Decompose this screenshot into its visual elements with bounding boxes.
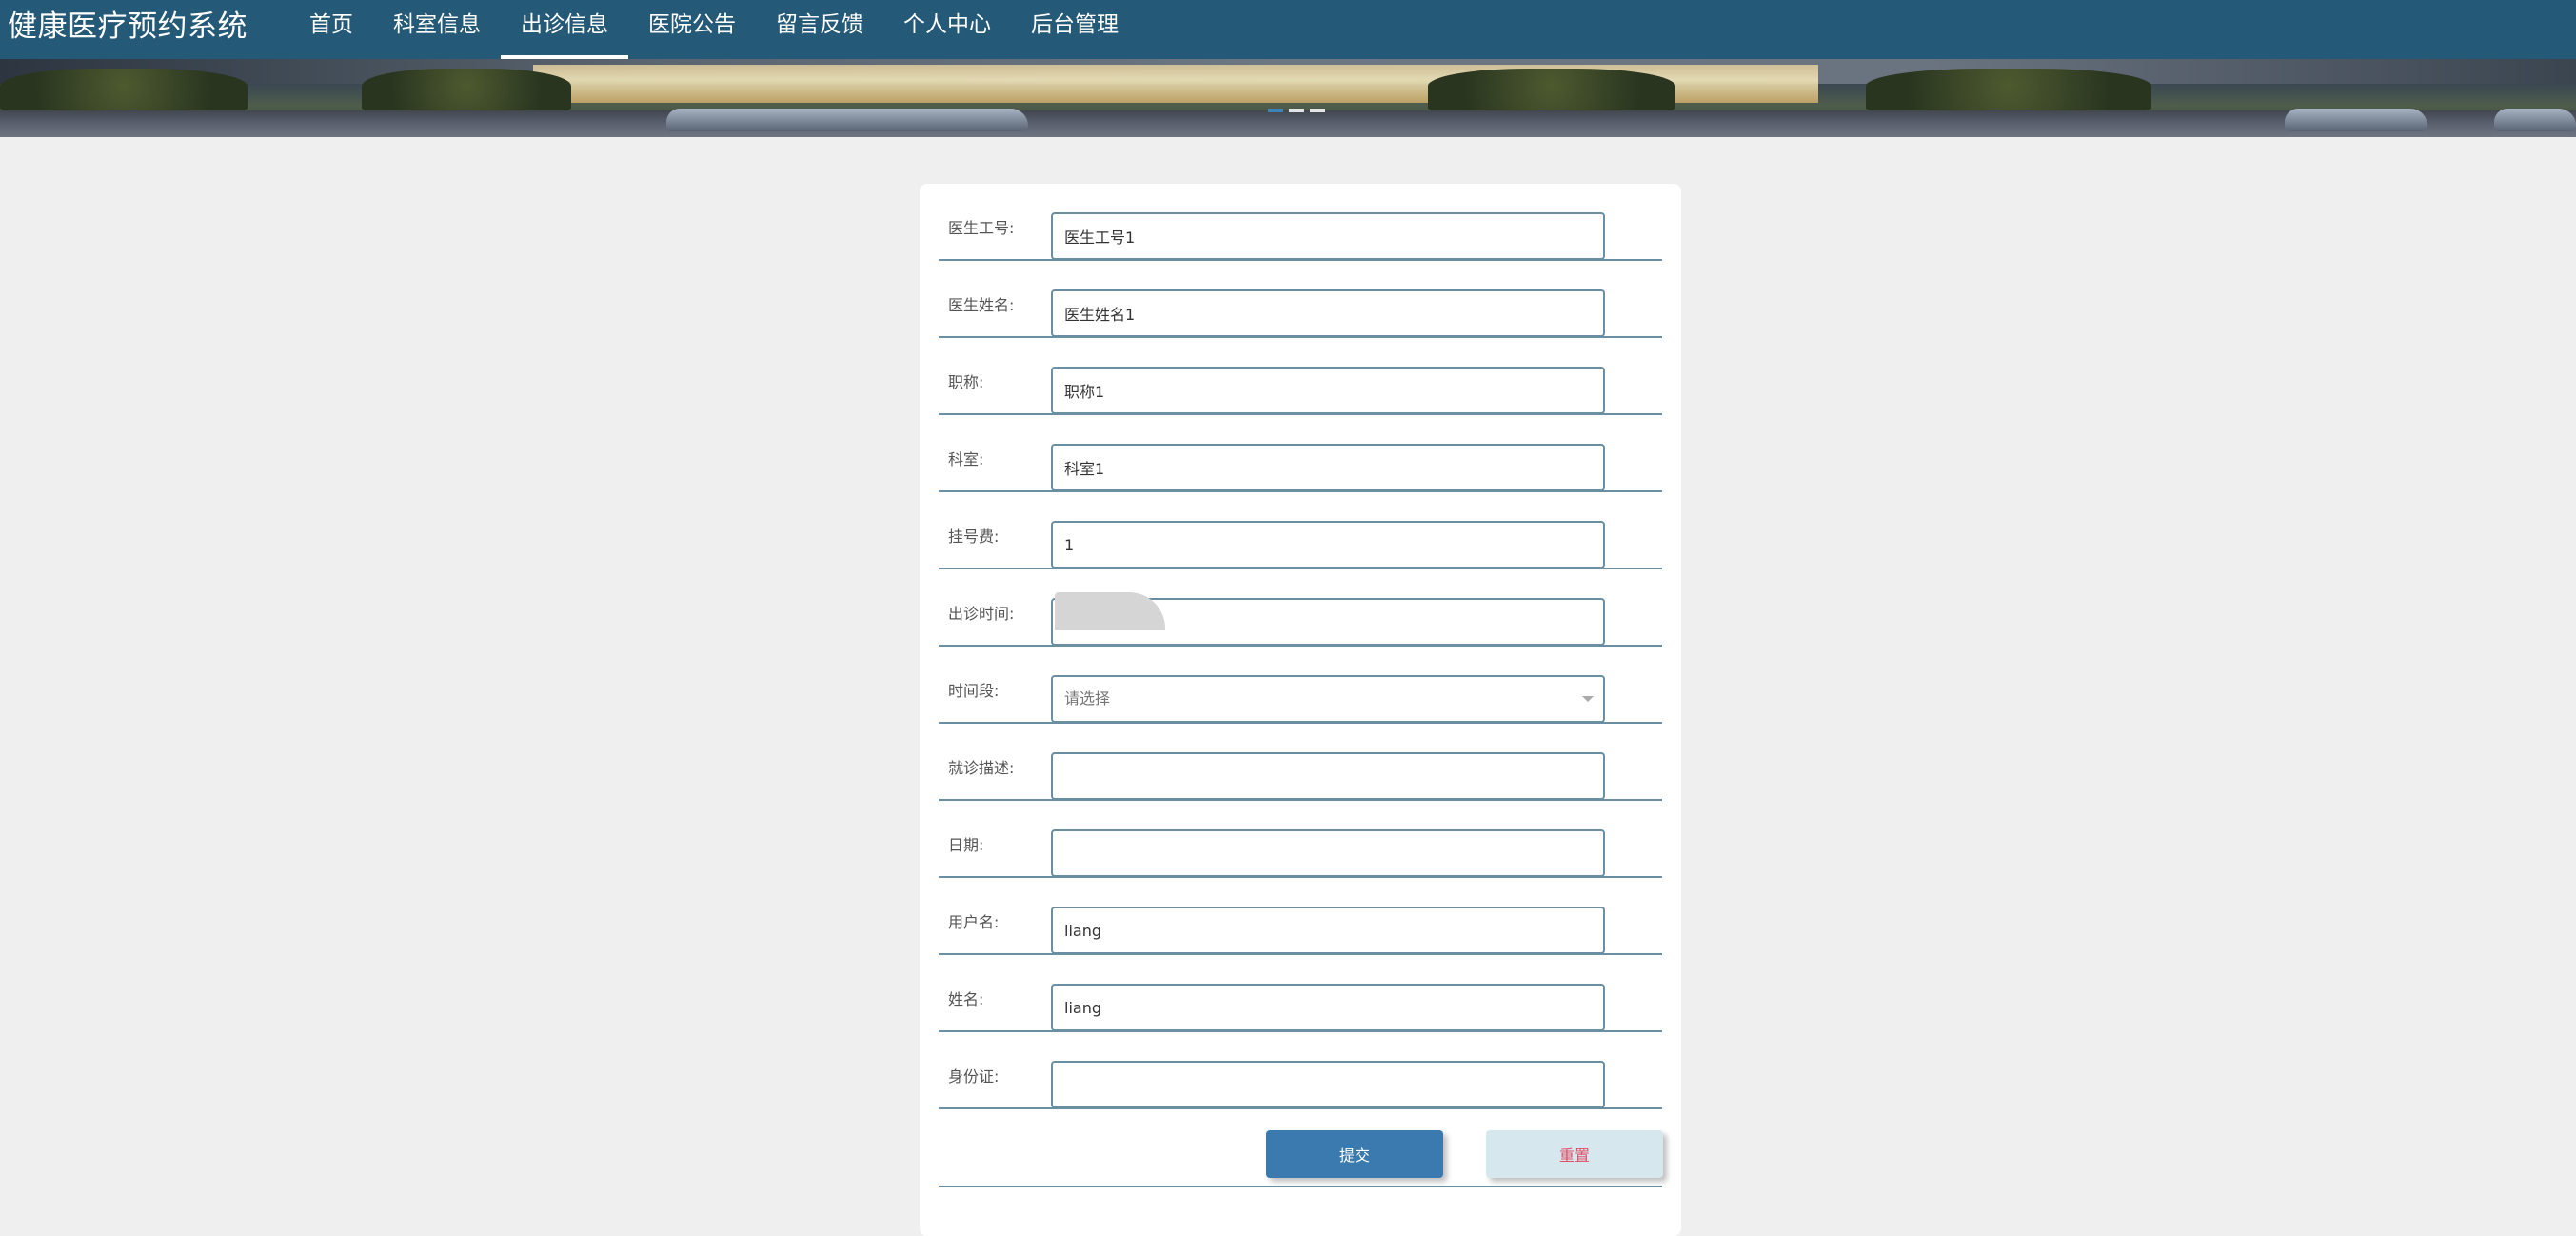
carousel-dot[interactable]: [1310, 109, 1325, 112]
form-row-username: 用户名:: [939, 878, 1662, 955]
nav-item-home[interactable]: 首页: [289, 0, 373, 59]
banner-carousel[interactable]: [0, 59, 2576, 137]
form-row-date: 日期:: [939, 801, 1662, 878]
name-field[interactable]: [1051, 984, 1605, 1031]
date-label: 日期:: [948, 836, 984, 854]
form-row-department: 科室:: [939, 415, 1662, 492]
nav-item-schedule[interactable]: 出诊信息: [501, 0, 628, 59]
form-row-title: 职称:: [939, 338, 1662, 415]
time-slot-select[interactable]: 请选择: [1051, 675, 1605, 723]
form-row-description: 就诊描述:: [939, 724, 1662, 801]
app-title: 健康医疗预约系统: [8, 10, 248, 44]
main-nav: 首页 科室信息 出诊信息 医院公告 留言反馈 个人中心 后台管理: [289, 0, 1139, 59]
form-row-id-card: 身份证:: [939, 1032, 1662, 1109]
id-card-field[interactable]: [1051, 1061, 1605, 1108]
image-preview-shape: [1055, 592, 1165, 642]
doctor-id-label: 医生工号:: [948, 219, 1015, 237]
carousel-dot[interactable]: [1289, 109, 1304, 112]
description-field[interactable]: [1051, 752, 1605, 800]
schedule-form: 医生工号: 医生姓名: 职称: 科室: 挂号费: 出诊时间: 时间段: 请选择 …: [920, 184, 1681, 1236]
top-navbar: 健康医疗预约系统 首页 科室信息 出诊信息 医院公告 留言反馈 个人中心 后台管…: [0, 0, 2576, 59]
form-row-time-slot: 时间段: 请选择: [939, 647, 1662, 724]
description-label: 就诊描述:: [948, 759, 1015, 777]
carousel-dot[interactable]: [1268, 109, 1283, 112]
visit-time-label: 出诊时间:: [948, 605, 1015, 623]
banner-road: [0, 110, 2576, 137]
reset-button[interactable]: 重置: [1486, 1130, 1663, 1178]
id-card-label: 身份证:: [948, 1067, 1000, 1086]
fee-label: 挂号费:: [948, 528, 1000, 546]
doctor-name-label: 医生姓名:: [948, 296, 1015, 314]
nav-item-profile[interactable]: 个人中心: [883, 0, 1011, 59]
chevron-down-icon: [1582, 696, 1594, 702]
banner-trees: [1428, 69, 1675, 112]
department-label: 科室:: [948, 450, 984, 468]
banner-trees: [362, 69, 571, 112]
nav-item-admin[interactable]: 后台管理: [1011, 0, 1139, 59]
nav-item-feedback[interactable]: 留言反馈: [756, 0, 883, 59]
title-field[interactable]: [1051, 367, 1605, 414]
banner-car: [2494, 109, 2576, 131]
username-field[interactable]: [1051, 907, 1605, 954]
form-row-doctor-id: 医生工号:: [939, 184, 1662, 261]
banner-trees-left: [0, 69, 248, 112]
name-label: 姓名:: [948, 990, 984, 1008]
department-field[interactable]: [1051, 444, 1605, 491]
nav-item-departments[interactable]: 科室信息: [373, 0, 501, 59]
date-field[interactable]: [1051, 829, 1605, 877]
nav-item-announcements[interactable]: 医院公告: [628, 0, 756, 59]
time-slot-placeholder: 请选择: [1064, 689, 1111, 708]
title-label: 职称:: [948, 373, 984, 391]
username-label: 用户名:: [948, 913, 1000, 931]
form-row-name: 姓名:: [939, 955, 1662, 1032]
form-row-fee: 挂号费:: [939, 492, 1662, 569]
carousel-indicators: [1268, 109, 1325, 112]
submit-button[interactable]: 提交: [1266, 1130, 1443, 1178]
banner-trees: [1866, 69, 2151, 112]
banner-car: [666, 109, 1028, 131]
doctor-id-field[interactable]: [1051, 212, 1605, 260]
time-slot-label: 时间段:: [948, 682, 1000, 700]
fee-field[interactable]: [1051, 521, 1605, 568]
banner-car: [2285, 109, 2427, 131]
form-actions: 提交 重置: [939, 1109, 1663, 1187]
form-row-doctor-name: 医生姓名:: [939, 261, 1662, 338]
form-row-visit-time: 出诊时间:: [939, 569, 1662, 647]
doctor-name-field[interactable]: [1051, 289, 1605, 337]
